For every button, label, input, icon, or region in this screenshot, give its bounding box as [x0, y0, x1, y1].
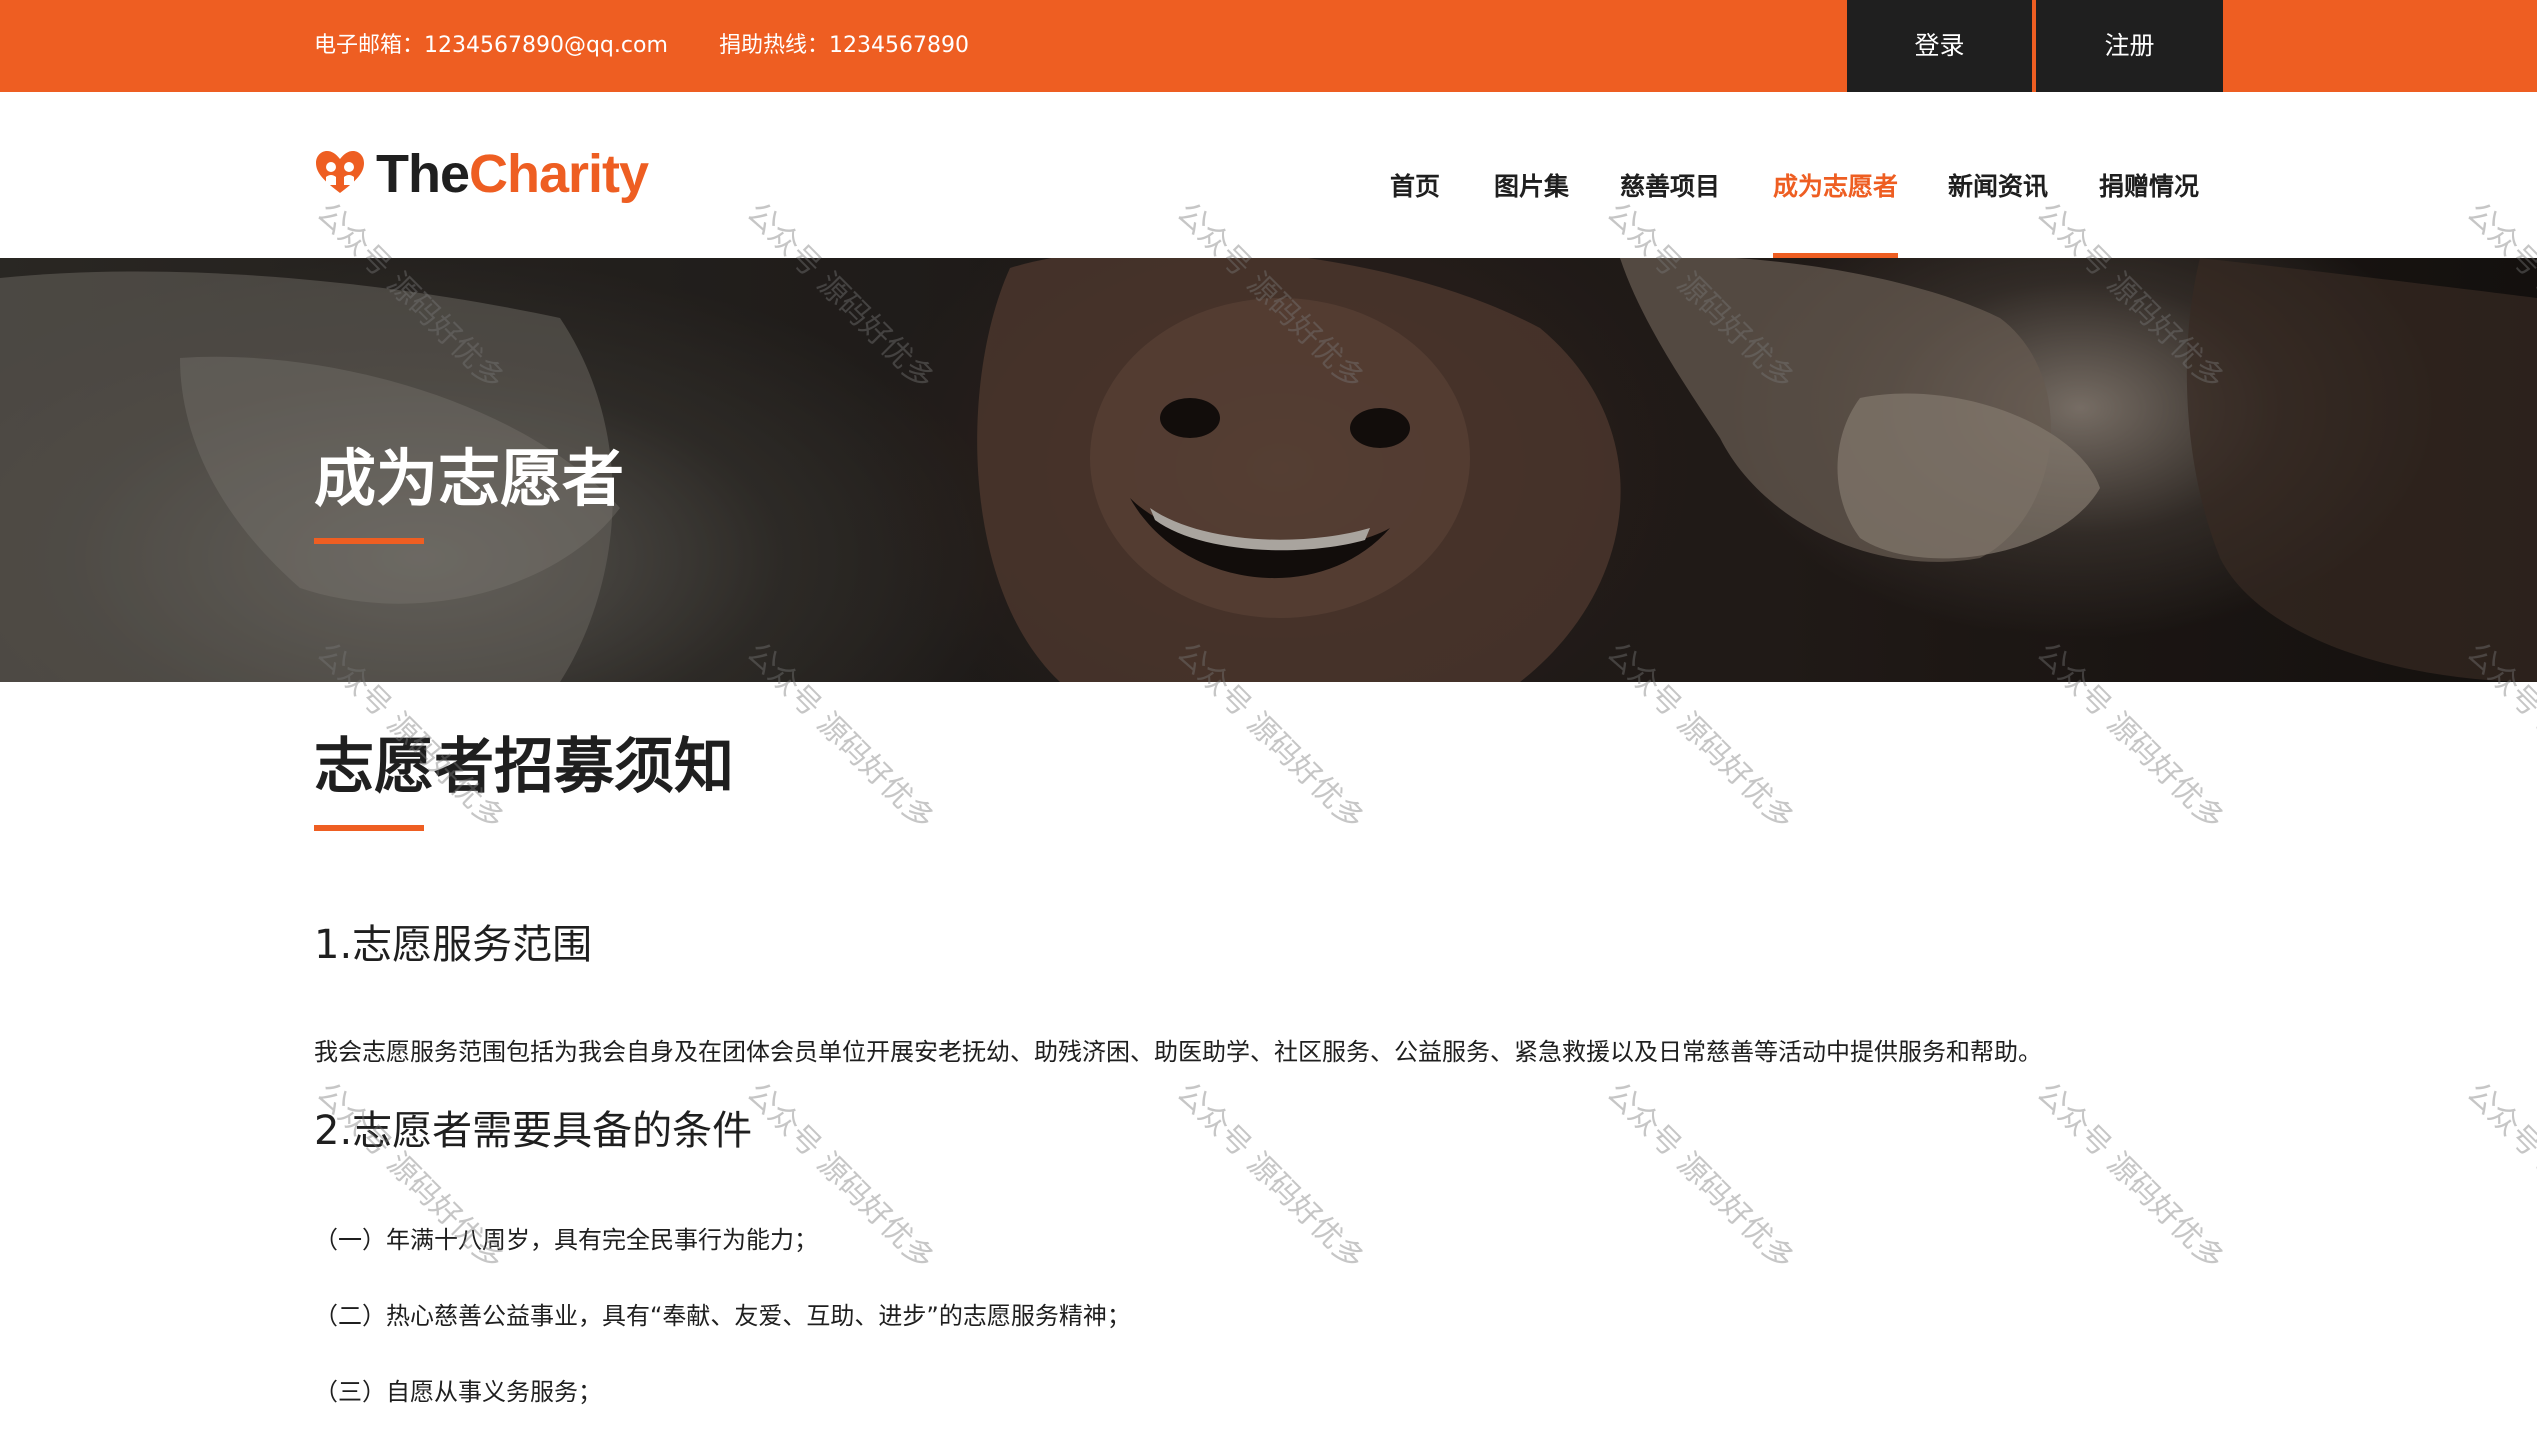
requirement-item: （二）热心慈善公益事业，具有“奉献、友爱、互助、进步”的志愿服务精神； — [314, 1302, 1131, 1330]
logo-text: TheCharity — [376, 143, 649, 205]
watermark: 公众号 源码好优多 — [1599, 1075, 1801, 1277]
hero-banner: 成为志愿者 — [0, 258, 2537, 682]
requirement-item: （一）年满十八周岁，具有完全民事行为能力； — [314, 1226, 818, 1254]
service-scope-text: 我会志愿服务范围包括为我会自身及在团体会员单位开展安老抚幼、助残济困、助医助学、… — [314, 1038, 2042, 1066]
nav-item-volunteer-label: 成为志愿者 — [1773, 172, 1899, 201]
nav-item-volunteer[interactable]: 成为志愿者 — [1773, 92, 1899, 258]
hero-title-accent-bar — [314, 538, 424, 544]
watermark: 公众号 源码好优多 — [2459, 1075, 2537, 1277]
watermark: 公众号 源码好优多 — [2029, 1075, 2231, 1277]
register-button[interactable]: 注册 — [2036, 0, 2223, 92]
content-title: 志愿者招募须知 — [314, 732, 734, 802]
nav-item-donations[interactable]: 捐赠情况 — [2099, 92, 2199, 258]
section-heading-service-scope: 1.志愿服务范围 — [314, 922, 593, 968]
requirement-item: （三）自愿从事义务服务； — [314, 1378, 602, 1406]
heart-hands-icon — [316, 151, 364, 193]
content-title-accent-bar — [314, 825, 424, 831]
nav-item-gallery[interactable]: 图片集 — [1494, 92, 1569, 258]
contact-hotline: 捐助热线：1234567890 — [719, 33, 969, 58]
logo-text-the: The — [376, 144, 470, 204]
site-logo[interactable]: TheCharity — [314, 143, 649, 205]
logo-text-charity: Charity — [469, 144, 649, 204]
section-heading-requirements: 2.志愿者需要具备的条件 — [314, 1108, 753, 1154]
page-title: 成为志愿者 — [314, 442, 625, 515]
top-bar: 电子邮箱：1234567890@qq.com 捐助热线：1234567890 登… — [0, 0, 2537, 92]
login-button[interactable]: 登录 — [1847, 0, 2032, 92]
contact-email: 电子邮箱：1234567890@qq.com — [314, 33, 668, 58]
nav-item-home[interactable]: 首页 — [1390, 92, 1440, 258]
nav-item-news[interactable]: 新闻资讯 — [1948, 92, 2048, 258]
site-header: TheCharity 首页 图片集 慈善项目 成为志愿者 新闻资讯 捐赠情况 — [0, 92, 2537, 258]
nav-item-projects[interactable]: 慈善项目 — [1620, 92, 1720, 258]
page: 电子邮箱：1234567890@qq.com 捐助热线：1234567890 登… — [0, 0, 2537, 1440]
watermark: 公众号 源码好优多 — [1169, 1075, 1371, 1277]
